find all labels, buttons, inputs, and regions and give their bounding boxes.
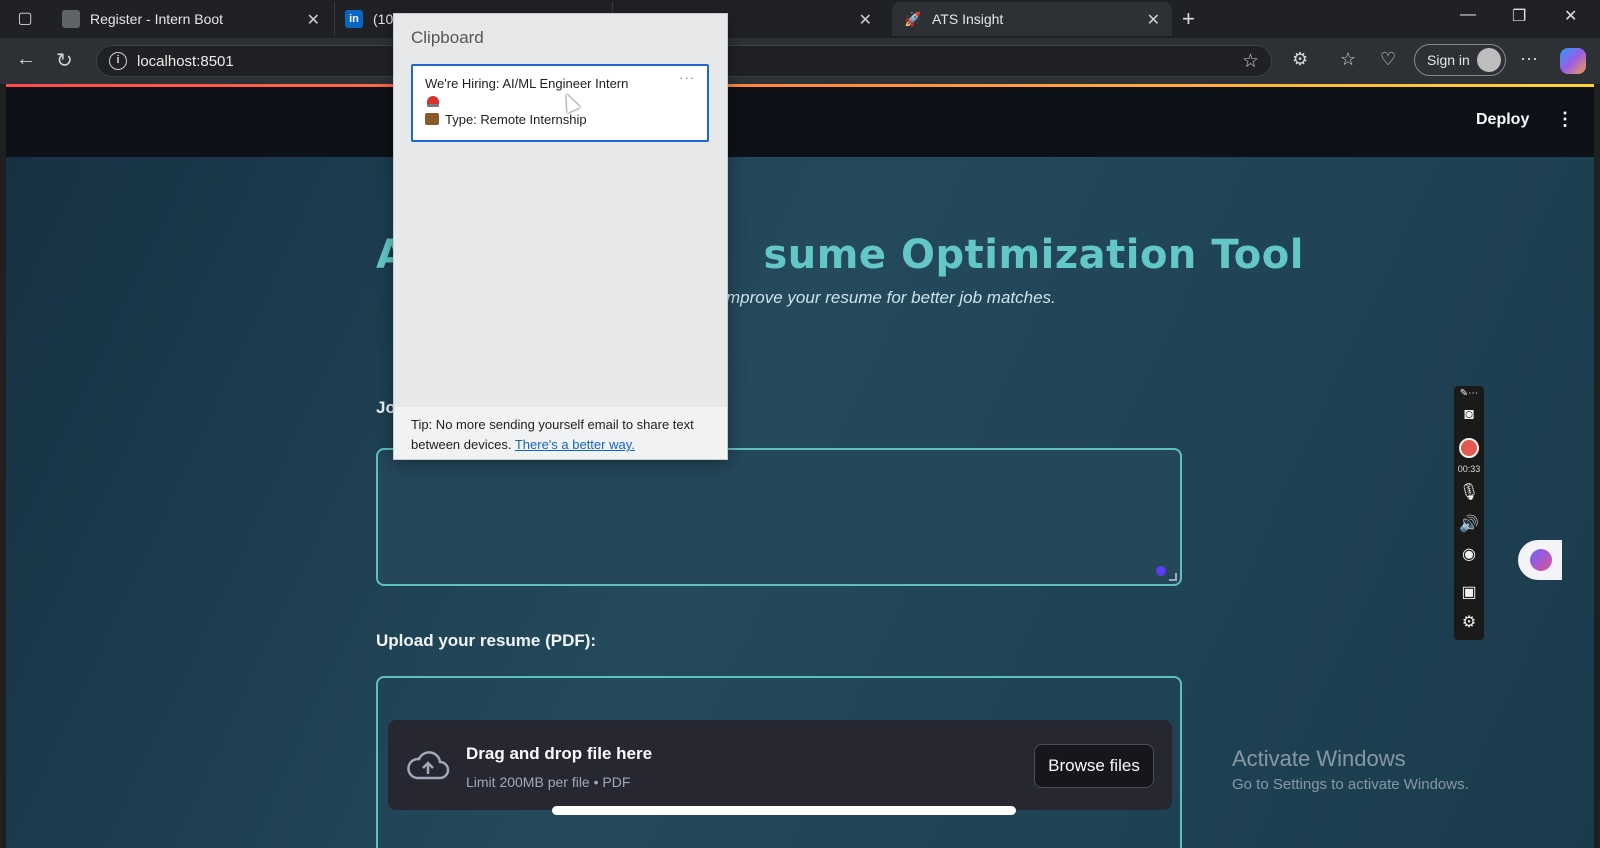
back-icon[interactable]: ← (16, 48, 36, 71)
linkedin-icon: in (345, 10, 363, 28)
site-info-icon[interactable]: i (109, 52, 127, 70)
sign-in-label: Sign in (1427, 52, 1470, 68)
rocket-icon: 🚀 (904, 10, 922, 27)
tip-link[interactable]: There's a better way. (515, 437, 635, 452)
restore-icon[interactable]: ❐ (1512, 6, 1526, 26)
recording-time: 00:33 (1457, 464, 1481, 474)
clipboard-panel: Clipboard We're Hiring: AI/ML Engineer I… (393, 13, 728, 460)
more-icon[interactable]: ⋯ (1520, 49, 1538, 70)
close-icon[interactable]: ✕ (859, 10, 872, 30)
grammar-dot-icon[interactable] (1156, 566, 1166, 576)
tab-actions-icon[interactable]: ▢ (12, 8, 38, 30)
screen-icon[interactable]: ▣ (1454, 582, 1484, 602)
clipboard-item-line1: We're Hiring: AI/ML Engineer Intern (425, 76, 629, 91)
watermark-title: Activate Windows (1232, 746, 1406, 771)
record-icon[interactable] (1459, 438, 1479, 458)
activate-windows-watermark: Activate Windows Go to Settings to activ… (1232, 746, 1469, 793)
book-icon (62, 10, 80, 28)
window-close-icon[interactable]: ✕ (1564, 6, 1577, 26)
extensions-icon[interactable]: ⚙ (1292, 49, 1308, 70)
clipboard-item[interactable]: We're Hiring: AI/ML Engineer Intern ··· … (411, 64, 709, 142)
tab-ats-insight[interactable]: 🚀 ATS Insight ✕ (892, 2, 1172, 36)
close-icon[interactable]: ✕ (307, 10, 320, 30)
copilot-icon[interactable] (1560, 48, 1586, 74)
screen: ▢ Register - Intern Boot ✕ in (10) ✕ 🚀 A… (0, 0, 1600, 848)
minimize-icon[interactable]: — (1460, 6, 1476, 24)
clipboard-tip: Tip: No more sending yourself email to s… (394, 407, 727, 459)
ai-assistant-button[interactable] (1518, 540, 1562, 580)
brain-icon (1530, 549, 1552, 571)
favorite-star-icon[interactable]: ☆ (1242, 50, 1259, 73)
close-icon[interactable]: ✕ (1147, 10, 1160, 30)
avatar (1477, 48, 1501, 72)
file-dropzone[interactable]: Drag and drop file here Limit 200MB per … (388, 720, 1172, 810)
health-icon[interactable]: ♡ (1380, 49, 1396, 70)
screen-recorder-toolbar: ✎⋯ ◙ 00:33 🎙 🔊 ◉ ▣ ⚙ (1454, 386, 1484, 640)
refresh-icon[interactable]: ↻ (56, 48, 73, 73)
upload-container: Drag and drop file here Limit 200MB per … (376, 676, 1182, 848)
item-more-icon[interactable]: ··· (679, 70, 695, 85)
tab-register[interactable]: Register - Intern Boot ✕ (52, 2, 332, 36)
dropzone-limit: Limit 200MB per file • PDF (466, 774, 631, 790)
siren-icon (427, 96, 439, 107)
camera-icon[interactable]: ◙ (1454, 406, 1484, 424)
app-header: Deploy ⋮ (6, 87, 1594, 157)
sign-in-button[interactable]: Sign in (1414, 44, 1506, 76)
dropzone-title: Drag and drop file here (466, 744, 653, 763)
clipboard-header: Clipboard (411, 28, 484, 47)
url-text: localhost:8501 (137, 53, 234, 70)
title-end: sume Optimization Tool (763, 232, 1304, 278)
briefcase-icon (425, 113, 439, 125)
microphone-icon[interactable]: 🎙 (1454, 482, 1484, 502)
tab-strip: ▢ Register - Intern Boot ✕ in (10) ✕ 🚀 A… (0, 0, 1600, 38)
upload-label: Upload your resume (PDF): (376, 631, 597, 650)
resize-handle[interactable] (1169, 573, 1177, 581)
settings-icon[interactable]: ⚙ (1454, 612, 1484, 632)
home-indicator (552, 806, 1016, 815)
address-bar-row: ← ↻ i localhost:8501 ☆ ⚙ ☆ ♡ Sign in ⋯ (0, 38, 1600, 84)
speaker-icon[interactable]: 🔊 (1454, 514, 1484, 534)
clipboard-item-line3: Type: Remote Internship (445, 112, 587, 127)
tab-title: ATS Insight (932, 11, 1004, 27)
webcam-icon[interactable]: ◉ (1454, 544, 1484, 564)
clipboard-item-line3-row: Type: Remote Internship (425, 112, 587, 127)
tab-title: Register - Intern Boot (90, 11, 224, 27)
cloud-upload-icon (407, 751, 450, 780)
new-tab-icon[interactable]: + (1182, 6, 1195, 32)
job-description-textarea[interactable] (376, 448, 1182, 586)
subtitle-text: mprove your resume for better job matche… (726, 288, 1056, 307)
favorites-icon[interactable]: ☆ (1340, 49, 1356, 70)
pin-icon[interactable]: ✎⋯ (1454, 388, 1484, 399)
main-menu-icon[interactable]: ⋮ (1556, 109, 1574, 130)
browse-files-button[interactable]: Browse files (1034, 744, 1154, 788)
deploy-button[interactable]: Deploy (1476, 111, 1529, 129)
watermark-subtitle: Go to Settings to activate Windows. (1232, 776, 1469, 793)
